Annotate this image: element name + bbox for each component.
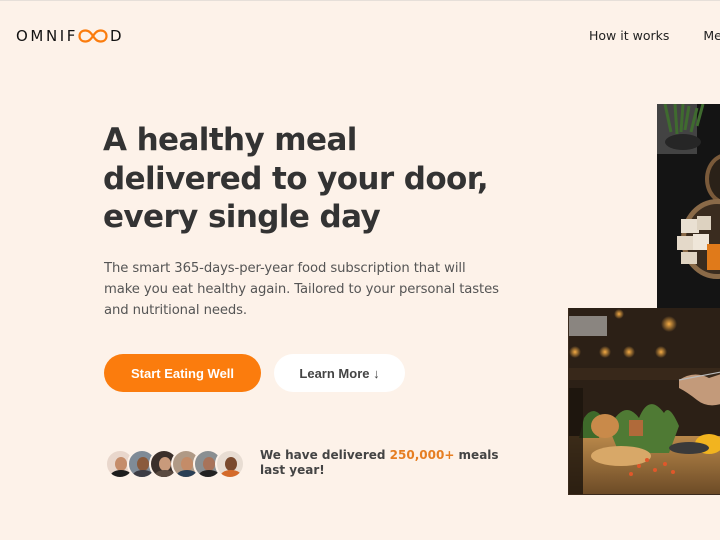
start-eating-well-button[interactable]: Start Eating Well [104, 354, 261, 392]
logo-text-suffix: D [110, 27, 125, 45]
learn-more-button[interactable]: Learn More ↓ [274, 354, 405, 392]
hero-description: The smart 365-days-per-year food subscri… [104, 261, 499, 318]
logo-text-prefix: OMNIF [16, 27, 79, 45]
main-nav: How it works Meals [589, 28, 720, 43]
hero-title: A healthy meal delivered to your door, e… [103, 122, 489, 235]
nav-link-how-it-works[interactable]: How it works [589, 28, 669, 43]
delivered-prefix: We have delivered [260, 448, 390, 462]
delivered-stat: We have delivered 250,000+ meals last ye… [260, 448, 510, 478]
logo[interactable]: OMNIF D [16, 27, 124, 45]
hero-image-cafe [568, 308, 720, 495]
nav-link-meals[interactable]: Meals [703, 28, 720, 43]
page: OMNIF D How it works Meals A healthy mea… [0, 0, 720, 540]
infinity-logo-icon [78, 28, 108, 44]
delivered-count: 250,000+ [389, 448, 455, 462]
avatar [215, 449, 245, 479]
hero-image-bowls [657, 104, 720, 309]
customer-avatars [105, 449, 245, 479]
